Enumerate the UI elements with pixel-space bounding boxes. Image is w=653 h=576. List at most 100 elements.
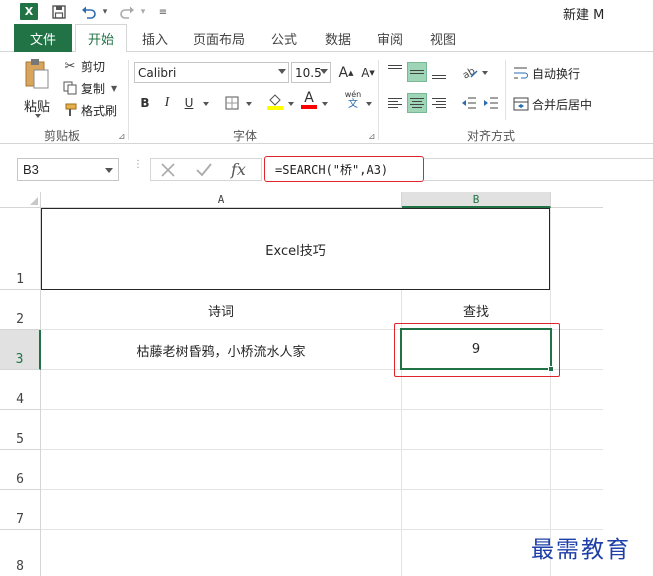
redo-dropdown-icon[interactable]: ▾ [134,3,152,21]
save-icon[interactable] [50,3,68,21]
name-box-value: B3 [23,162,39,177]
row-header-4[interactable]: 4 [0,370,41,410]
tab-review[interactable]: 审阅 [370,24,410,52]
bold-button[interactable]: B [135,93,155,113]
decrease-font-icon[interactable]: A ▼ [358,63,378,83]
gridline [41,529,603,530]
fill-color-dropdown-icon[interactable] [288,102,294,106]
font-launcher-icon[interactable]: ⊿ [368,132,376,142]
enter-icon[interactable] [195,161,213,182]
font-name-combo[interactable]: Calibri [134,62,289,83]
insert-function-icon[interactable]: fx [231,160,246,179]
paste-button[interactable]: 粘贴 [18,58,58,118]
copy-button[interactable]: 复制 ▼ [62,78,117,98]
tab-page-layout[interactable]: 页面布局 [188,24,250,52]
gridline [41,449,603,450]
format-painter-button[interactable]: 格式刷 [62,100,117,120]
merge-center-button[interactable]: 合并后居中 [513,94,592,114]
tab-insert[interactable]: 插入 [135,24,175,52]
alignment-group-label: 对齐方式 [467,129,516,143]
clipboard-launcher-icon[interactable]: ⊿ [118,132,126,142]
paste-label: 粘贴 [24,100,51,115]
name-box[interactable]: B3 [17,158,119,181]
cut-button[interactable]: ✂ 剪切 [62,56,105,76]
selected-cell-b3[interactable]: 9 [400,328,554,372]
row-header-2[interactable]: 2 [0,290,41,330]
row-header-7[interactable]: 7 [0,490,41,530]
underline-dropdown-icon[interactable] [203,102,209,106]
ribbon-tab-bar: 文件 开始 插入 页面布局 公式 数据 审阅 视图 [0,24,653,53]
name-box-dropdown-icon[interactable] [105,168,113,173]
tab-view[interactable]: 视图 [423,24,463,52]
formula-bar-extension[interactable] [424,158,653,181]
fill-color-icon[interactable] [265,91,285,111]
font-color-swatch [301,105,317,109]
column-header-b[interactable]: B [402,192,551,208]
borders-dropdown-icon[interactable] [246,102,252,106]
tab-file[interactable]: 文件 [14,24,72,52]
wrap-text-icon [513,65,529,81]
italic-button[interactable]: I [157,93,177,113]
phonetic-dropdown-icon[interactable] [366,102,372,106]
ribbon: 粘贴 ✂ 剪切 复制 ▼ 格式刷 剪贴板 ⊿ Calibri 10.5 A ▲ A… [0,52,653,144]
row-header-3[interactable]: 3 [0,330,41,370]
excel-app-icon: X [20,3,38,20]
group-divider [378,60,379,140]
font-group-label: 字体 [233,129,258,143]
undo-dropdown-icon[interactable]: ▾ [96,3,114,21]
align-center-icon[interactable] [407,93,427,113]
formula-input[interactable]: =SEARCH("桥",A3) [264,156,424,182]
font-size-value: 10.5 [295,65,322,80]
cell-a2[interactable]: 诗词 [41,290,401,330]
borders-icon[interactable] [222,93,242,113]
copy-dropdown-icon[interactable]: ▼ [111,84,117,93]
tab-home[interactable]: 开始 [75,24,127,53]
format-painter-label: 格式刷 [81,103,118,118]
formula-buttons: fx [150,158,262,181]
column-header-c[interactable] [551,192,603,208]
wrap-text-label: 自动换行 [532,66,581,81]
tab-data[interactable]: 数据 [318,24,358,52]
align-bottom-icon[interactable] [429,62,449,82]
cancel-icon[interactable] [159,161,177,182]
increase-font-icon[interactable]: A ▲ [336,63,356,83]
font-color-dropdown-icon[interactable] [322,102,328,106]
fill-handle[interactable] [548,366,554,372]
cell-a3[interactable]: 枯藤老树昏鸦，小桥流水人家 [41,330,401,370]
select-all-corner[interactable] [0,192,41,208]
tab-formulas[interactable]: 公式 [264,24,304,52]
row-header-8[interactable]: 8 [0,530,41,576]
customize-toolbar-icon[interactable]: ≡ [154,3,172,21]
gridline [41,409,603,410]
formula-bar: B3 ⋮ fx =SEARCH("桥",A3) [0,154,653,184]
font-size-dropdown-icon[interactable] [320,69,328,74]
phonetic-guide-icon[interactable]: wén 文 [342,90,364,110]
font-name-dropdown-icon[interactable] [278,69,286,74]
gridline [550,208,551,576]
merged-cell-a1-b1[interactable]: Excel技巧 [41,208,550,290]
font-name-value: Calibri [138,65,177,80]
align-middle-icon[interactable] [407,62,427,82]
font-color-icon[interactable]: A [299,90,319,110]
decrease-indent-icon[interactable] [459,93,479,113]
cell-b3: 9 [471,341,481,357]
font-size-combo[interactable]: 10.5 [291,62,331,83]
align-top-icon[interactable] [385,62,405,82]
paste-dropdown-icon[interactable] [35,114,41,118]
underline-button[interactable]: U [179,93,199,113]
column-header-a[interactable]: A [41,192,402,208]
cut-label: 剪切 [81,59,106,74]
document-title: 新建 M [563,8,605,23]
watermark-text: 最需教育 [531,537,631,563]
row-header-6[interactable]: 6 [0,450,41,490]
orientation-icon[interactable]: ab [460,62,480,82]
formula-bar-grip-icon[interactable]: ⋮ [133,160,143,170]
wrap-text-button[interactable]: 自动换行 [513,63,580,83]
align-left-icon[interactable] [385,93,405,113]
increase-indent-icon[interactable] [481,93,501,113]
paste-icon [25,59,49,89]
align-right-icon[interactable] [429,93,449,113]
row-header-1[interactable]: 1 [0,208,41,290]
orientation-dropdown-icon[interactable] [482,71,488,75]
row-header-5[interactable]: 5 [0,410,41,450]
